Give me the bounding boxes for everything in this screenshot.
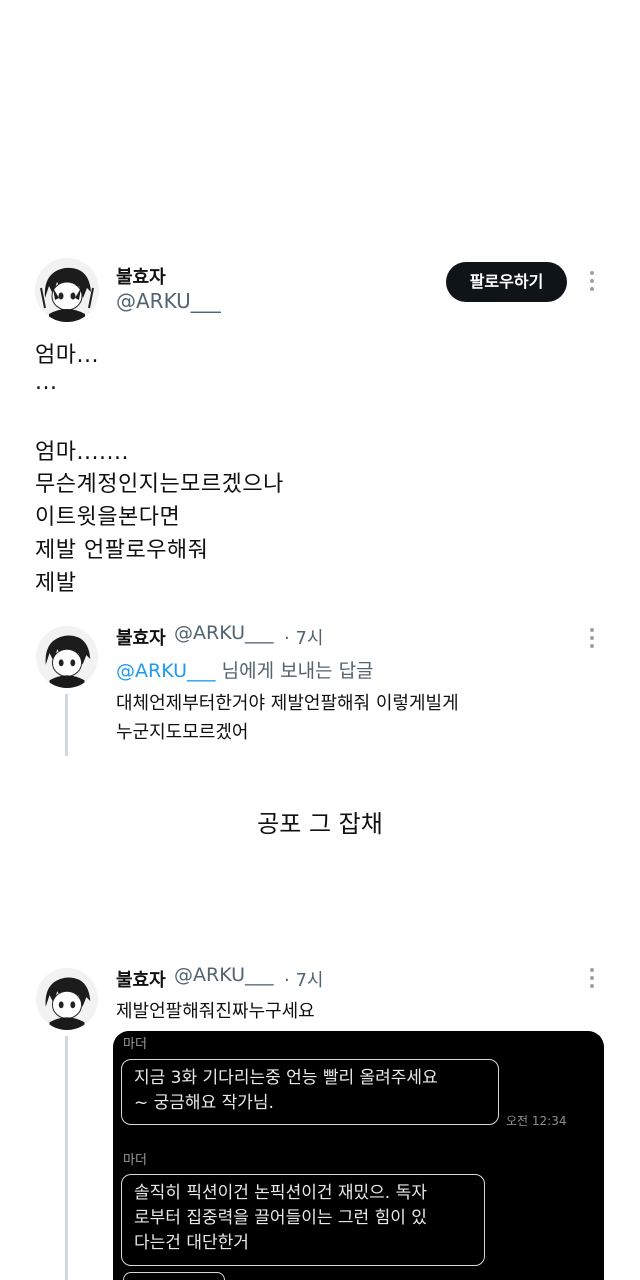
chat-sender-name: 마더	[123, 1153, 147, 1168]
tweet-body-line: 이트윗을본다면	[35, 505, 181, 530]
more-vertical-icon[interactable]	[582, 964, 602, 994]
author-avatar[interactable]	[35, 258, 99, 322]
more-vertical-icon[interactable]	[582, 267, 602, 297]
tweet-body-line: 제발	[35, 571, 77, 596]
reply-text-line: 누군지도모르겠어	[116, 722, 249, 743]
reply-handle[interactable]: @ARKU___	[174, 622, 274, 644]
reply-text-line: 대체언제부터한거야 제발언팔해줘 이렇게빌게	[116, 693, 459, 714]
author-display-name[interactable]: 불효자	[116, 263, 166, 289]
tweet-body-line: 무슨계정인지는모르겠으나	[35, 472, 284, 497]
author-handle[interactable]: @ARKU___	[116, 289, 221, 313]
anime-avatar-icon	[35, 258, 99, 322]
reply-text-line: 제발언팔해줘진짜누구세요	[116, 1001, 315, 1022]
chat-sender-name: 마더	[123, 1037, 147, 1052]
anime-avatar-icon	[36, 968, 98, 1030]
caption-text: 공포 그 잡채	[257, 810, 383, 838]
thread-line	[65, 694, 68, 756]
chat-screenshot[interactable]: 마더 지금 3화 기다리는중 언능 빨리 올려주세요 ~ 궁금해요 작가님. 오…	[113, 1031, 604, 1280]
reply-avatar[interactable]	[36, 626, 98, 688]
chat-bubble: 지금 3화 기다리는중 언능 빨리 올려주세요 ~ 궁금해요 작가님.	[121, 1059, 499, 1125]
tweet-body-line: ...	[35, 370, 58, 395]
reply-time: · 7시	[284, 628, 324, 649]
reply-avatar[interactable]	[36, 968, 98, 1030]
more-vertical-icon[interactable]	[582, 624, 602, 654]
replying-suffix: 님에게 보내는 답글	[221, 660, 374, 682]
follow-button[interactable]: 팔로우하기	[446, 262, 567, 302]
anime-avatar-icon	[36, 626, 98, 688]
reply-display-name[interactable]: 불효자	[116, 966, 166, 992]
replying-mention-link[interactable]: @ARKU___	[116, 660, 216, 682]
chat-timestamp: 오전 12:34	[506, 1114, 567, 1128]
reply-time: · 7시	[284, 970, 324, 991]
reply-handle[interactable]: @ARKU___	[174, 964, 274, 986]
chat-bubble: 솔직히 픽션이건 논픽션이건 재밌으. 독자 로부터 집중력을 끌어들이는 그런…	[121, 1174, 485, 1266]
tweet-body-line: 엄마...	[35, 343, 99, 368]
tweet-body-line: 제발 언팔로우해줘	[35, 538, 209, 563]
chat-bubble-partial	[123, 1272, 225, 1280]
thread-line	[65, 1036, 68, 1280]
replying-to: @ARKU___ 님에게 보내는 답글	[116, 656, 374, 683]
reply-display-name[interactable]: 불효자	[116, 624, 166, 650]
tweet-body-line: 엄마.......	[35, 440, 129, 465]
